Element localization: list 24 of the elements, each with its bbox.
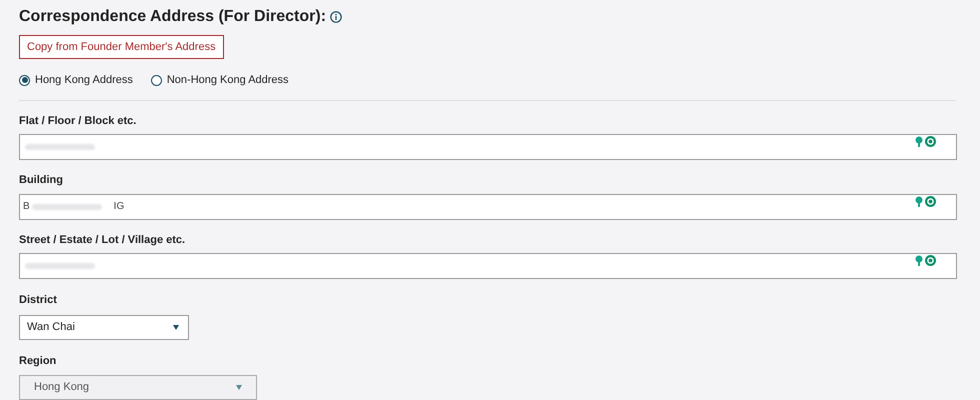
- caret-icon: [236, 385, 242, 390]
- bulb-icon[interactable]: [915, 136, 923, 147]
- g-badge-icon[interactable]: [925, 255, 936, 266]
- radio-button[interactable]: [19, 74, 30, 86]
- bulb-icon[interactable]: [915, 255, 923, 266]
- radio-label: Hong Kong Address: [35, 73, 133, 88]
- g-badge-icon[interactable]: [925, 196, 936, 206]
- caret-icon: [173, 324, 179, 330]
- field-label: District: [19, 293, 58, 308]
- select-field[interactable]: Wan Chai: [19, 314, 189, 340]
- radio-label: Non-Hong Kong Address: [166, 73, 289, 88]
- field-label: Region: [19, 354, 58, 368]
- radio-button[interactable]: [150, 74, 162, 86]
- field-label: Building: [19, 173, 64, 188]
- input-field[interactable]: [19, 134, 957, 160]
- copy-address-button[interactable]: Copy from Founder Member's Address: [19, 35, 224, 59]
- input-field[interactable]: B IG: [19, 194, 957, 220]
- info-icon[interactable]: [330, 11, 342, 23]
- field-label: Street / Estate / Lot / Village etc.: [19, 232, 186, 248]
- input-field[interactable]: [19, 253, 957, 279]
- field-label: Flat / Floor / Block etc.: [19, 114, 138, 128]
- bulb-icon[interactable]: [915, 196, 923, 206]
- section-title: Correspondence Address (For Director):: [19, 7, 326, 27]
- g-badge-icon[interactable]: [925, 136, 936, 147]
